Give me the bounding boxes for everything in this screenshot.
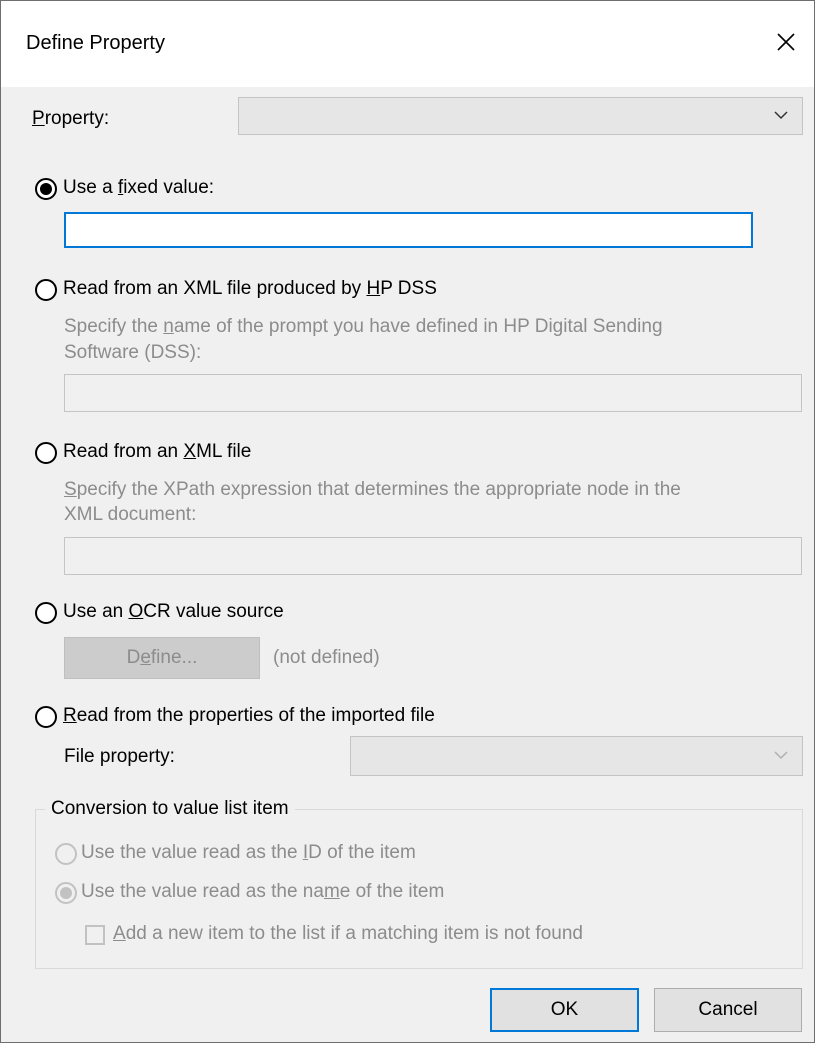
xpath-hint-line2: XML document: xyxy=(64,504,197,525)
hp-dss-hint-line2: Software (DSS): xyxy=(64,342,202,363)
imported-file-label: Read from the properties of the imported… xyxy=(63,705,435,726)
use-name-radio[interactable] xyxy=(55,882,77,904)
close-icon xyxy=(777,33,795,51)
define-ocr-button[interactable]: Define... xyxy=(64,637,260,679)
fixed-value-input[interactable] xyxy=(64,212,753,248)
use-id-radio[interactable] xyxy=(55,843,77,865)
chevron-down-icon xyxy=(774,751,788,760)
title-bar: Define Property xyxy=(1,1,814,87)
ok-button[interactable]: OK xyxy=(490,988,639,1032)
hp-dss-radio[interactable] xyxy=(35,279,57,301)
close-button[interactable] xyxy=(754,11,814,71)
dialog-title: Define Property xyxy=(26,32,165,54)
conversion-group-title: Conversion to value list item xyxy=(45,798,295,820)
xml-file-label: Read from an XML file xyxy=(63,441,252,462)
add-new-item-checkbox[interactable] xyxy=(85,925,105,945)
fixed-value-label: Use a fixed value: xyxy=(63,177,215,198)
property-dropdown[interactable] xyxy=(238,97,803,135)
xpath-hint-line1: Specify the XPath expression that determ… xyxy=(64,479,681,500)
hp-dss-label: Read from an XML file produced by HP DSS xyxy=(63,278,437,299)
file-property-dropdown[interactable] xyxy=(350,736,803,776)
ocr-status: (not defined) xyxy=(273,647,380,668)
add-new-item-label: Add a new item to the list if a matching… xyxy=(113,923,583,944)
xpath-input[interactable] xyxy=(64,537,802,575)
hp-dss-hint-line1: Specify the name of the prompt you have … xyxy=(64,316,663,337)
use-id-label: Use the value read as the ID of the item xyxy=(81,842,416,863)
imported-file-radio[interactable] xyxy=(35,706,57,728)
use-name-label: Use the value read as the name of the it… xyxy=(81,881,445,902)
cancel-button[interactable]: Cancel xyxy=(654,988,802,1032)
ocr-radio[interactable] xyxy=(35,602,57,624)
property-label: Property: xyxy=(32,108,110,129)
fixed-value-radio[interactable] xyxy=(35,178,57,200)
file-property-label: File property: xyxy=(64,746,175,767)
xml-file-radio[interactable] xyxy=(35,442,57,464)
define-property-dialog: Define Property Property: Use a fixed va… xyxy=(0,0,815,1043)
hp-dss-prompt-input[interactable] xyxy=(64,374,802,412)
chevron-down-icon xyxy=(774,111,788,120)
ocr-label: Use an OCR value source xyxy=(63,601,284,622)
